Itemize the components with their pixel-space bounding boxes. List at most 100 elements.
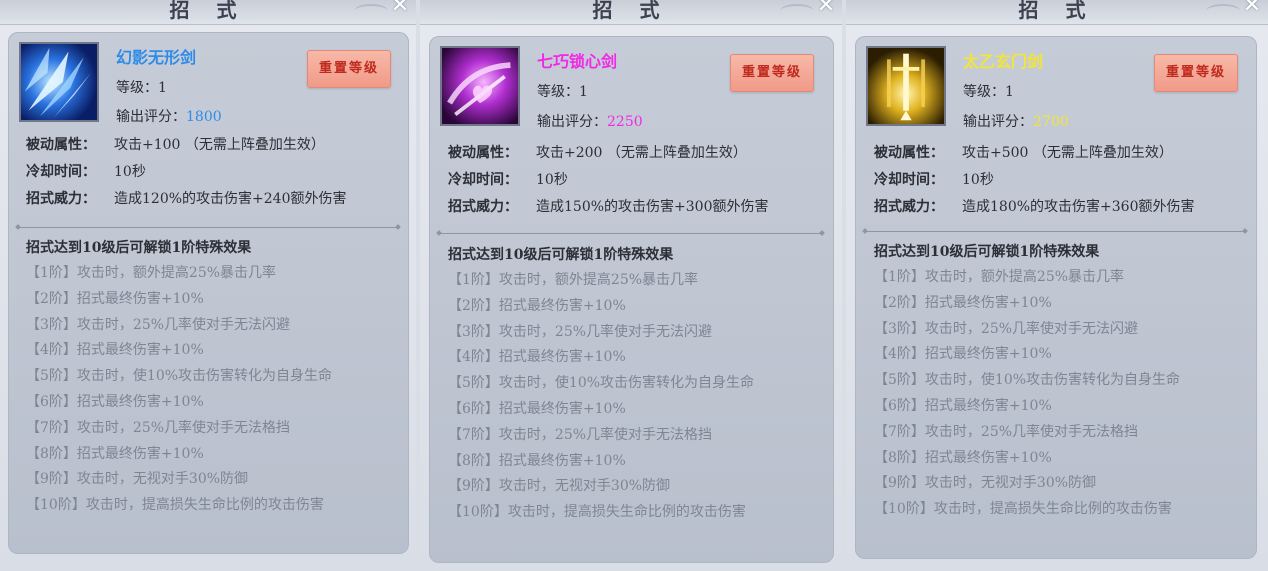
skill-score: 输出评分：2700 (963, 111, 1069, 131)
skill-level: 等级：1 (963, 81, 1014, 101)
score-label: 输出评分： (537, 114, 607, 130)
blue-ice-shards-icon (19, 42, 99, 122)
score-value: 1800 (186, 109, 222, 125)
tier-list: 【1阶】攻击时，额外提高25%暴击几率 【2阶】招式最终伤害+10% 【3阶】攻… (874, 265, 1180, 523)
tier-item: 【4阶】招式最终伤害+10% (448, 349, 626, 366)
cooldown-value: 10秒 (536, 172, 568, 188)
close-icon[interactable]: ✕ (1240, 0, 1264, 18)
close-icon[interactable]: ✕ (814, 0, 838, 18)
level-label: 等级： (963, 84, 1005, 100)
level-label: 等级： (537, 84, 579, 100)
cooldown-row: 冷却时间： 10秒 (874, 167, 1194, 194)
tier-item: 【10阶】攻击时，提高损失生命比例的攻击伤害 (874, 501, 1172, 518)
tier-item: 【1阶】攻击时，额外提高25%暴击几率 (26, 265, 277, 281)
cooldown-row: 冷却时间： 10秒 (448, 167, 768, 194)
skill-panel-3: 招 式 ✕ 太乙玄门剑 等级：1 输出评分：2700 重置等级 被动属性： 攻击+… (846, 0, 1268, 571)
power-row: 招式威力： 造成180%的攻击伤害+360额外伤害 (874, 194, 1194, 221)
tier-item: 【9阶】攻击时，无视对手30%防御 (874, 475, 1097, 492)
level-value: 1 (579, 84, 588, 100)
passive-label: 被动属性： (874, 145, 944, 161)
tier-item: 【8阶】招式最终伤害+10% (26, 445, 204, 462)
cooldown-label: 冷却时间： (874, 172, 944, 188)
skill-card: 幻影无形剑 等级：1 输出评分：1800 重置等级 被动属性： 攻击+100 （无… (8, 32, 409, 554)
unlock-hint: 招式达到10级后可解锁1阶特殊效果 (448, 247, 674, 263)
power-row: 招式威力： 造成150%的攻击伤害+300额外伤害 (448, 194, 768, 221)
tier-item: 【9阶】攻击时，无视对手30%防御 (448, 478, 671, 495)
passive-value: 攻击+200 （无需上阵叠加生效） (536, 145, 747, 161)
tier-item: 【7阶】攻击时，25%几率使对手无法格挡 (448, 426, 713, 443)
cooldown-value: 10秒 (114, 164, 146, 180)
skill-panel-2: 招 式 ✕ 七巧锁心剑 等级：1 输出评分：2250 重置等级 被动属性： 攻击+… (420, 0, 842, 571)
tier-item: 【9阶】攻击时，无视对手30%防御 (26, 471, 249, 488)
tier-item: 【7阶】攻击时，25%几率使对手无法格挡 (874, 423, 1139, 440)
reset-level-button[interactable]: 重置等级 (730, 54, 814, 92)
skill-name: 幻影无形剑 (116, 48, 197, 67)
tier-item: 【5阶】攻击时，使10%攻击伤害转化为自身生命 (874, 372, 1181, 389)
cooldown-label: 冷却时间： (26, 164, 96, 180)
passive-row: 被动属性： 攻击+200 （无需上阵叠加生效） (448, 140, 768, 167)
divider (439, 233, 822, 234)
power-value: 造成180%的攻击伤害+360额外伤害 (962, 199, 1195, 215)
tier-item: 【8阶】招式最终伤害+10% (874, 449, 1052, 466)
tier-item: 【3阶】攻击时，25%几率使对手无法闪避 (874, 320, 1139, 337)
passive-value: 攻击+500 （无需上阵叠加生效） (962, 145, 1173, 161)
tier-item: 【4阶】招式最终伤害+10% (26, 342, 204, 359)
panel-title: 招 式 (592, 0, 670, 22)
power-label: 招式威力： (26, 191, 96, 207)
passive-row: 被动属性： 攻击+100 （无需上阵叠加生效） (26, 132, 346, 159)
score-label: 输出评分： (963, 114, 1033, 130)
passive-label: 被动属性： (448, 145, 518, 161)
power-value: 造成150%的攻击伤害+300额外伤害 (536, 199, 769, 215)
level-value: 1 (1005, 84, 1014, 100)
skill-card: 七巧锁心剑 等级：1 输出评分：2250 重置等级 被动属性： 攻击+200 （无… (429, 36, 834, 563)
reset-level-button[interactable]: 重置等级 (307, 50, 391, 88)
tier-list: 【1阶】攻击时，额外提高25%暴击几率 【2阶】招式最终伤害+10% 【3阶】攻… (26, 261, 332, 519)
close-icon[interactable]: ✕ (388, 0, 412, 18)
power-label: 招式威力： (874, 199, 944, 215)
cooldown-value: 10秒 (962, 172, 994, 188)
tier-item: 【6阶】招式最终伤害+10% (448, 400, 626, 417)
tier-item: 【10阶】攻击时，提高损失生命比例的攻击伤害 (448, 504, 746, 521)
passive-label: 被动属性： (26, 137, 96, 153)
tier-item: 【3阶】攻击时，25%几率使对手无法闪避 (26, 316, 291, 333)
score-value: 2250 (607, 114, 643, 130)
skill-panel-1: 招 式 ✕ 幻影无形剑 等级：1 输出评分：1800 重置等级 被动属性： 攻击+… (0, 0, 416, 571)
passive-value: 攻击+100 （无需上阵叠加生效） (114, 137, 325, 153)
tier-item: 【1阶】攻击时，额外提高25%暴击几率 (874, 269, 1125, 285)
tier-item: 【2阶】招式最终伤害+10% (26, 290, 204, 307)
tier-item: 【6阶】招式最终伤害+10% (874, 397, 1052, 414)
attribute-list: 被动属性： 攻击+500 （无需上阵叠加生效） 冷却时间： 10秒 招式威力： 造成1… (874, 140, 1194, 221)
unlock-hint: 招式达到10级后可解锁1阶特殊效果 (26, 240, 252, 256)
tier-item: 【3阶】攻击时，25%几率使对手无法闪避 (448, 323, 713, 340)
level-label: 等级： (116, 80, 158, 96)
tier-item: 【4阶】招式最终伤害+10% (874, 346, 1052, 363)
purple-heart-sword-icon (440, 46, 520, 126)
swirl-ornament-icon (780, 4, 814, 18)
tier-item: 【2阶】招式最终伤害+10% (874, 294, 1052, 311)
reset-level-button[interactable]: 重置等级 (1154, 54, 1238, 92)
swirl-ornament-icon (354, 4, 388, 18)
attribute-list: 被动属性： 攻击+100 （无需上阵叠加生效） 冷却时间： 10秒 招式威力： 造成1… (26, 132, 346, 213)
tier-item: 【2阶】招式最终伤害+10% (448, 297, 626, 314)
divider (865, 231, 1245, 232)
cooldown-row: 冷却时间： 10秒 (26, 159, 346, 186)
attribute-list: 被动属性： 攻击+200 （无需上阵叠加生效） 冷却时间： 10秒 招式威力： 造成1… (448, 140, 768, 221)
divider (18, 227, 398, 228)
passive-row: 被动属性： 攻击+500 （无需上阵叠加生效） (874, 140, 1194, 167)
tier-item: 【5阶】攻击时，使10%攻击伤害转化为自身生命 (26, 368, 333, 385)
skill-card: 太乙玄门剑 等级：1 输出评分：2700 重置等级 被动属性： 攻击+500 （无… (855, 36, 1257, 559)
power-row: 招式威力： 造成120%的攻击伤害+240额外伤害 (26, 186, 346, 213)
skill-score: 输出评分：1800 (116, 106, 222, 126)
panel-title: 招 式 (1018, 0, 1096, 22)
panel-titlebar: 招 式 ✕ (420, 0, 842, 25)
panel-titlebar: 招 式 ✕ (0, 0, 416, 25)
panel-titlebar: 招 式 ✕ (846, 0, 1268, 25)
score-value: 2700 (1033, 114, 1069, 130)
skill-level: 等级：1 (116, 77, 167, 97)
unlock-hint: 招式达到10级后可解锁1阶特殊效果 (874, 244, 1100, 260)
tier-item: 【8阶】招式最终伤害+10% (448, 452, 626, 469)
skill-name: 太乙玄门剑 (963, 52, 1044, 71)
skill-score: 输出评分：2250 (537, 111, 643, 131)
skill-level: 等级：1 (537, 81, 588, 101)
score-label: 输出评分： (116, 109, 186, 125)
